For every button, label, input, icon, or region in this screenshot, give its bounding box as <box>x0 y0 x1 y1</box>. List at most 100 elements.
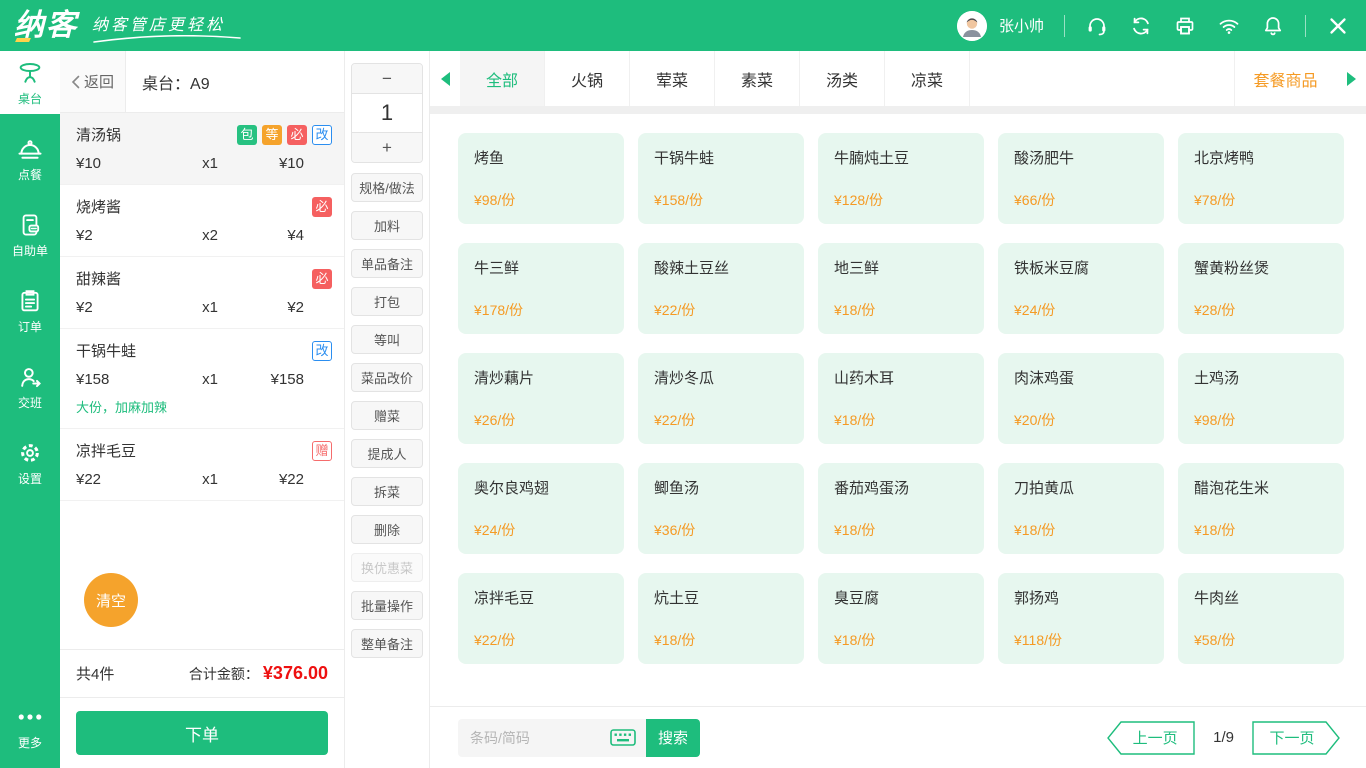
sidebar-item-settings[interactable]: 设置 <box>0 431 60 494</box>
menu-item-card[interactable]: 牛肉丝 ¥58/份 <box>1178 573 1344 664</box>
menu-item-card[interactable]: 烤鱼 ¥98/份 <box>458 133 624 224</box>
menu-item-name: 铁板米豆腐 <box>1014 260 1090 277</box>
wifi-icon[interactable] <box>1217 14 1241 38</box>
menu-item-card[interactable]: 干锅牛蛙 ¥158/份 <box>638 133 804 224</box>
menu-item-card[interactable]: 刀拍黄瓜 ¥18/份 <box>998 463 1164 554</box>
menu-item-card[interactable]: 牛腩炖土豆 ¥128/份 <box>818 133 984 224</box>
order-item-name: 清汤锅 <box>76 127 122 144</box>
decrease-quantity-button[interactable]: − <box>352 64 422 93</box>
menu-item-price: ¥36/份 <box>654 522 696 538</box>
required-badge: 必 <box>287 124 307 145</box>
menu-item-card[interactable]: 奥尔良鸡翅 ¥24/份 <box>458 463 624 554</box>
order-item-qty: x1 <box>202 155 218 172</box>
menu-item-name: 土鸡汤 <box>1194 370 1240 387</box>
keyboard-icon[interactable] <box>610 729 636 746</box>
sidebar-item-order-food[interactable]: 点餐 <box>0 127 60 190</box>
order-item-qty: x2 <box>202 227 218 244</box>
menu-item-card[interactable]: 土鸡汤 ¥98/份 <box>1178 353 1344 444</box>
increase-quantity-button[interactable]: + <box>352 133 422 162</box>
order-item[interactable]: 甜辣酱 必 ¥2 x1 ¥2 <box>60 257 344 329</box>
required-badge: 必 <box>312 268 332 289</box>
tab-vegetable[interactable]: 素菜 <box>715 51 800 106</box>
action-order-note-button[interactable]: 整单备注 <box>351 629 423 658</box>
close-icon[interactable] <box>1326 14 1350 38</box>
menu-item-card[interactable]: 凉拌毛豆 ¥22/份 <box>458 573 624 664</box>
menu-item-card[interactable]: 北京烤鸭 ¥78/份 <box>1178 133 1344 224</box>
menu-item-card[interactable]: 臭豆腐 ¥18/份 <box>818 573 984 664</box>
order-item-total: ¥10 <box>278 155 304 172</box>
action-batch-button[interactable]: 批量操作 <box>351 591 423 620</box>
submit-order-button[interactable]: 下单 <box>76 711 328 755</box>
menu-item-card[interactable]: 番茄鸡蛋汤 ¥18/份 <box>818 463 984 554</box>
order-item[interactable]: 清汤锅 包 等 必 改 ¥10 x1 ¥10 <box>60 113 344 185</box>
menu-item-card[interactable]: 铁板米豆腐 ¥24/份 <box>998 243 1164 334</box>
order-item[interactable]: 烧烤酱 必 ¥2 x2 ¥4 <box>60 185 344 257</box>
sidebar-item-tables[interactable]: 桌台 <box>0 51 60 114</box>
menu-item-card[interactable]: 山药木耳 ¥18/份 <box>818 353 984 444</box>
order-footer: 下单 <box>60 697 344 768</box>
sidebar-item-shift[interactable]: 交班 <box>0 355 60 418</box>
action-change-price-button[interactable]: 菜品改价 <box>351 363 423 392</box>
menu-item-card[interactable]: 醋泡花生米 ¥18/份 <box>1178 463 1344 554</box>
action-spec-method-button[interactable]: 规格/做法 <box>351 173 423 202</box>
tab-all[interactable]: 全部 <box>460 51 545 106</box>
menu-item-price: ¥18/份 <box>1194 522 1236 538</box>
menu-item-name: 鲫鱼汤 <box>654 480 700 497</box>
menu-item-name: 地三鲜 <box>834 260 880 277</box>
menu-item-card[interactable]: 地三鲜 ¥18/份 <box>818 243 984 334</box>
menu-item-card[interactable]: 酸汤肥牛 ¥66/份 <box>998 133 1164 224</box>
action-add-ingredient-button[interactable]: 加料 <box>351 211 423 240</box>
action-wait-call-button[interactable]: 等叫 <box>351 325 423 354</box>
sidebar-item-more[interactable]: 更多 <box>0 695 60 758</box>
user-avatar[interactable] <box>956 10 987 41</box>
tab-soup[interactable]: 汤类 <box>800 51 885 106</box>
tab-hotpot[interactable]: 火锅 <box>545 51 630 106</box>
search-button[interactable]: 搜索 <box>646 718 700 757</box>
menu-item-card[interactable]: 鲫鱼汤 ¥36/份 <box>638 463 804 554</box>
bell-icon[interactable] <box>1261 14 1285 38</box>
table-value: A9 <box>190 75 210 93</box>
menu-item-price: ¥118/份 <box>1014 632 1062 648</box>
menu-item-card[interactable]: 酸辣土豆丝 ¥22/份 <box>638 243 804 334</box>
clear-button[interactable]: 清空 <box>84 573 138 627</box>
quantity-value: 1 <box>352 93 422 133</box>
tabs-scroll-left-button[interactable] <box>430 51 460 106</box>
sidebar-item-orders[interactable]: 订单 <box>0 279 60 342</box>
menu-item-card[interactable]: 炕土豆 ¥18/份 <box>638 573 804 664</box>
prev-page-button[interactable]: 上一页 <box>1107 720 1195 755</box>
action-item-note-button[interactable]: 单品备注 <box>351 249 423 278</box>
order-item[interactable]: 凉拌毛豆 赠 ¥22 x1 ¥22 <box>60 429 344 501</box>
menu-item-price: ¥18/份 <box>834 632 876 648</box>
menu-item-price: ¥78/份 <box>1194 192 1236 208</box>
summary-amount: ¥376.00 <box>262 663 328 683</box>
support-icon[interactable] <box>1085 14 1109 38</box>
pagination: 上一页 1/9 下一页 <box>1107 720 1340 755</box>
next-page-button[interactable]: 下一页 <box>1252 720 1340 755</box>
action-takeout-button[interactable]: 打包 <box>351 287 423 316</box>
menu-item-price: ¥18/份 <box>654 632 696 648</box>
back-button[interactable]: 返回 <box>60 51 126 112</box>
menu-item-card[interactable]: 牛三鲜 ¥178/份 <box>458 243 624 334</box>
sidebar-item-label: 设置 <box>17 471 42 486</box>
menu-item-card[interactable]: 郭扬鸡 ¥118/份 <box>998 573 1164 664</box>
menu-item-card[interactable]: 肉沫鸡蛋 ¥20/份 <box>998 353 1164 444</box>
menu-item-card[interactable]: 清炒藕片 ¥26/份 <box>458 353 624 444</box>
action-gift-dish-button[interactable]: 赠菜 <box>351 401 423 430</box>
category-tabs-row: 全部 火锅 荤菜 素菜 汤类 凉菜 套餐商品 <box>430 51 1366 106</box>
menu-item-card[interactable]: 清炒冬瓜 ¥22/份 <box>638 353 804 444</box>
sidebar-item-self-order[interactable]: 自助单 <box>0 203 60 266</box>
printer-icon[interactable] <box>1173 14 1197 38</box>
order-panel: 返回 桌台：A9 清汤锅 包 等 必 改 ¥10 x1 ¥10 烧烤酱 必 ¥2… <box>60 51 345 768</box>
action-delete-button[interactable]: 删除 <box>351 515 423 544</box>
combo-products-button[interactable]: 套餐商品 <box>1234 51 1336 106</box>
tabs-scroll-right-button[interactable] <box>1336 51 1366 106</box>
tab-meat[interactable]: 荤菜 <box>630 51 715 106</box>
order-item-unit-price: ¥10 <box>76 155 102 172</box>
order-item[interactable]: 干锅牛蛙 改 ¥158 x1 ¥158 大份，加麻加辣 <box>60 329 344 429</box>
menu-item-card[interactable]: 蟹黄粉丝煲 ¥28/份 <box>1178 243 1344 334</box>
search-input[interactable] <box>470 729 604 746</box>
sync-icon[interactable] <box>1129 14 1153 38</box>
tab-cold-dish[interactable]: 凉菜 <box>885 51 970 106</box>
action-commission-button[interactable]: 提成人 <box>351 439 423 468</box>
action-split-dish-button[interactable]: 拆菜 <box>351 477 423 506</box>
